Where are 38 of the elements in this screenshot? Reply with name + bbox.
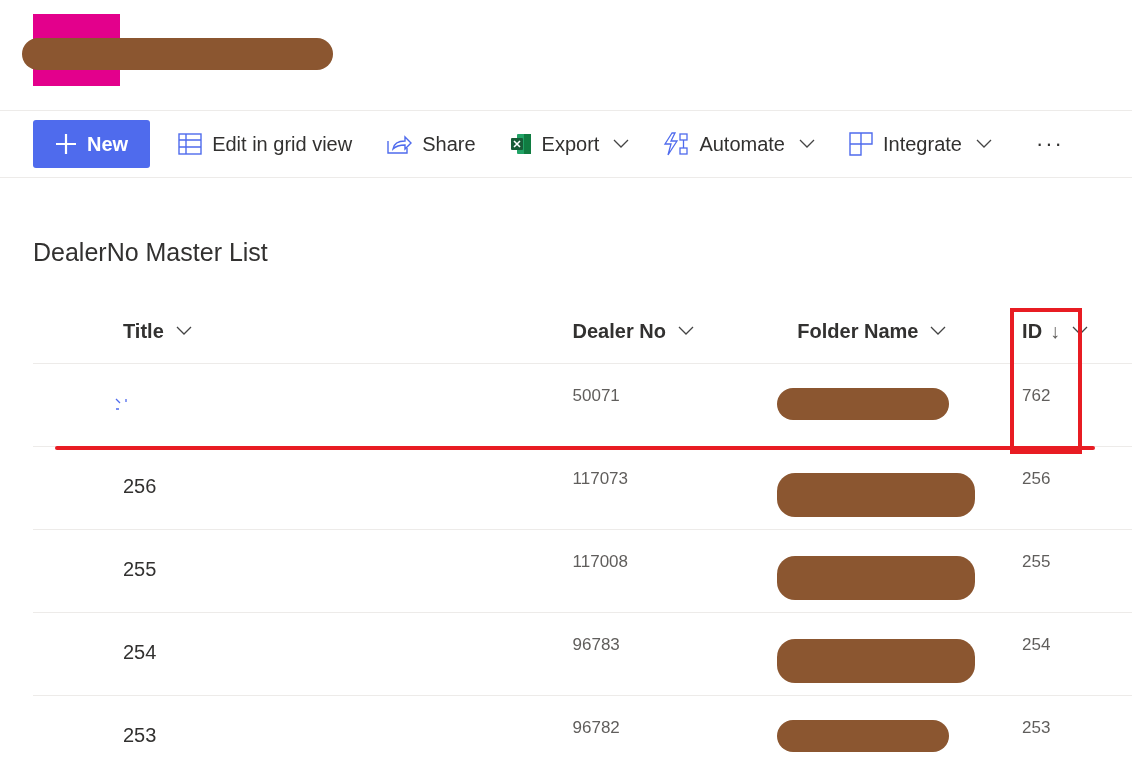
table-cell: 762: [1022, 386, 1051, 405]
plus-icon: [55, 133, 77, 155]
layout-icon: [849, 132, 873, 156]
column-header[interactable]: Folder Name: [797, 319, 1023, 343]
toolbar-menu-button[interactable]: Automate: [649, 120, 829, 168]
table-cell: 117073: [572, 469, 628, 488]
chevron-down-icon: [677, 326, 694, 336]
chevron-down-icon: [613, 139, 630, 149]
toolbar-button[interactable]: Edit in grid view: [164, 120, 367, 168]
table-cell: 253: [123, 724, 157, 746]
chevron-down-icon: [175, 326, 192, 336]
share-icon: [386, 133, 413, 155]
chevron-down-icon: [930, 326, 947, 336]
table-cell: 253: [1022, 718, 1051, 737]
toolbar-button[interactable]: Share: [372, 120, 490, 168]
more-button[interactable]: ···: [1021, 120, 1078, 168]
table-cell: 50071: [572, 386, 620, 405]
table-cell: 254: [1022, 635, 1051, 654]
toolbar-menu-button[interactable]: Export: [495, 120, 644, 168]
list-title: DealerNo Master List: [33, 238, 269, 268]
table-cell: 255: [1022, 552, 1051, 571]
column-header[interactable]: ID ↓: [1022, 319, 1132, 343]
toolbar-menu-button[interactable]: Integrate: [835, 120, 1006, 168]
flow-icon: [663, 132, 690, 156]
chevron-down-icon: [799, 139, 815, 149]
new-button[interactable]: New: [33, 120, 151, 168]
table-cell: 117008: [572, 552, 628, 571]
table-cell: 256: [1022, 469, 1051, 488]
column-header[interactable]: Dealer No: [572, 319, 798, 343]
table-cell: 96783: [572, 635, 620, 654]
table-cell: 254: [123, 641, 157, 663]
table-cell: 255: [123, 558, 157, 580]
chevron-down-icon: [975, 139, 992, 149]
spreadsheet-icon: [509, 133, 532, 155]
grid-icon: [178, 133, 203, 155]
table-cell: 96782: [572, 718, 620, 737]
table-cell: 256: [123, 475, 157, 497]
column-header[interactable]: Title: [33, 319, 573, 343]
